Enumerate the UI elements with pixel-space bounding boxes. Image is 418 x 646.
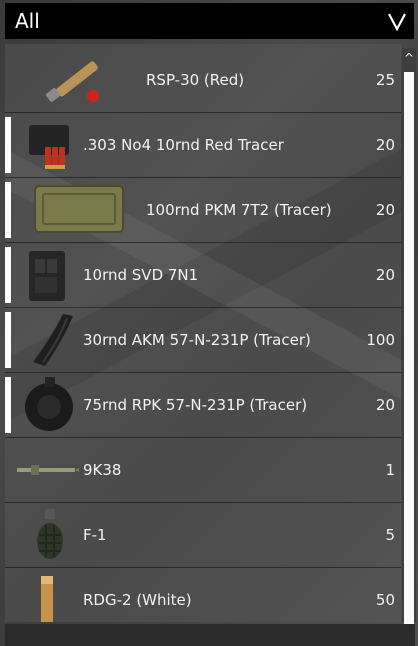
list-item[interactable]: 10rnd SVD 7N1 20 (5, 243, 401, 308)
item-quantity: 20 (375, 266, 395, 284)
list-item[interactable]: 30rnd AKM 57-N-231P (Tracer) 100 (5, 308, 401, 373)
item-name: 75rnd RPK 57-N-231P (Tracer) (83, 396, 308, 414)
scroll-thumb[interactable] (404, 72, 414, 624)
list-item[interactable]: 9K38 1 (5, 438, 401, 503)
item-quantity: 20 (375, 396, 395, 414)
list-item[interactable]: F-1 5 (5, 503, 401, 568)
item-quantity: 25 (375, 71, 395, 89)
item-name: 100rnd PKM 7T2 (Tracer) (146, 201, 332, 219)
item-name: .303 No4 10rnd Red Tracer (83, 136, 284, 154)
chevron-down-icon (388, 13, 406, 32)
item-list: RSP-30 (Red) 25 .303 No4 10rnd Red Trace… (5, 48, 401, 622)
item-name: 10rnd SVD 7N1 (83, 266, 199, 284)
list-item[interactable]: 100rnd PKM 7T2 (Tracer) 20 (5, 178, 401, 243)
list-item[interactable]: RDG-2 (White) 50 (5, 568, 401, 622)
selection-indicator (5, 312, 11, 368)
selection-indicator (5, 182, 11, 238)
dropdown-toggle-button[interactable] (380, 3, 414, 39)
item-quantity: 20 (375, 136, 395, 154)
item-quantity: 5 (385, 526, 395, 544)
item-name: 9K38 (83, 461, 122, 479)
ammo-box-icon (34, 185, 124, 233)
item-name: RDG-2 (White) (83, 591, 192, 609)
akm-magazine-icon (33, 314, 73, 366)
list-item[interactable]: 75rnd RPK 57-N-231P (Tracer) 20 (5, 373, 401, 438)
item-quantity: 1 (385, 461, 395, 479)
bottom-strip (5, 624, 415, 646)
selection-indicator (5, 377, 11, 433)
missile-icon (17, 465, 79, 475)
selection-indicator (5, 247, 11, 303)
grenade-icon (37, 509, 63, 559)
smoke-grenade-icon (41, 576, 53, 622)
scroll-up-button[interactable]: ^ (402, 48, 416, 68)
item-name: 30rnd AKM 57-N-231P (Tracer) (83, 331, 311, 349)
item-quantity: 100 (366, 331, 395, 349)
drum-magazine-icon (25, 377, 73, 431)
list-item[interactable]: RSP-30 (Red) 25 (5, 48, 401, 113)
filter-selected-label: All (15, 9, 40, 33)
filter-dropdown[interactable]: All (5, 3, 380, 39)
item-list-panel: RSP-30 (Red) 25 .303 No4 10rnd Red Trace… (5, 44, 401, 622)
item-quantity: 20 (375, 201, 395, 219)
flare-icon (46, 61, 99, 102)
item-name: RSP-30 (Red) (146, 71, 245, 89)
svd-magazine-icon (29, 251, 65, 301)
vertical-scrollbar[interactable]: ^ (402, 48, 416, 624)
selection-indicator (5, 117, 11, 173)
item-name: F-1 (83, 526, 107, 544)
magazine-303-icon (29, 125, 69, 169)
item-quantity: 50 (375, 591, 395, 609)
list-item[interactable]: .303 No4 10rnd Red Tracer 20 (5, 113, 401, 178)
